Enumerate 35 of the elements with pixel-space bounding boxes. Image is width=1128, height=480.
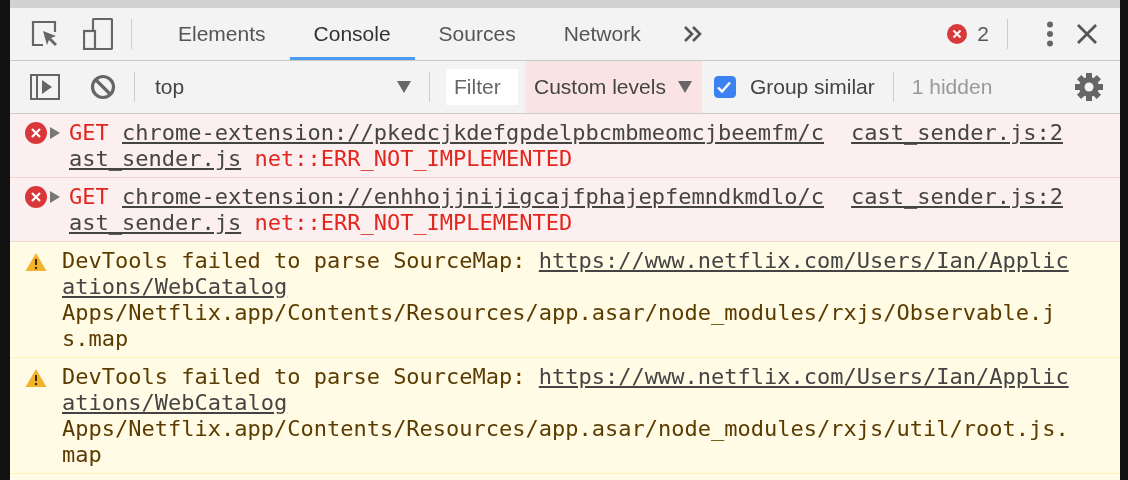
expand-triangle-icon[interactable] [49, 126, 61, 140]
double-chevron-icon[interactable] [682, 25, 703, 43]
sidebar-toggle-icon[interactable] [30, 74, 60, 100]
warning-icon [25, 252, 47, 272]
more-options-icon[interactable] [1046, 21, 1054, 47]
filter-field[interactable]: Filter [446, 69, 518, 105]
console-message: DevTools failed to parse SourceMap: https://www.netflix.com/Users/Ian/Applications/WebCatalog [62, 248, 1069, 299]
source-link[interactable]: cast_sender.js:2 [851, 184, 1063, 210]
device-toolbar-icon[interactable] [83, 18, 113, 50]
inspect-element-icon[interactable] [30, 19, 60, 49]
settings-icon[interactable] [1074, 72, 1104, 102]
close-icon[interactable] [1076, 23, 1098, 45]
clear-console-icon[interactable] [90, 74, 116, 100]
checkbox-label: Group similar [749, 75, 875, 99]
levels-dropdown[interactable]: Custom levels [525, 61, 702, 113]
checkbox[interactable] [713, 76, 736, 98]
file-path: Apps/Netflix.app/Contents/Resources/app.asar/node_modules/rxjs/util/root.js.map [62, 416, 1070, 468]
caret-icon [397, 81, 411, 93]
source-link[interactable]: cast_sender.js:2 [851, 120, 1063, 146]
context-dropdown[interactable]: top [155, 75, 411, 99]
warning-icon [25, 368, 47, 388]
console-message: GET chrome-extension://enhhojjnijigcajfphajepfemndkmdlo/cast_sender.js net::ERR_NOT_IMPLEMENTED [69, 184, 824, 235]
panel-tab[interactable]: Network [539, 8, 665, 60]
console-message: DevTools failed to parse SourceMap: https://www.netflix.com/Users/Ian/Applications/WebCatalog [62, 364, 1069, 415]
error-counter[interactable]: 2 [947, 22, 989, 46]
error-icon [947, 24, 968, 44]
panel-tab[interactable]: Elements [154, 8, 290, 60]
error-icon [25, 122, 47, 144]
console-message: GET chrome-extension://pkedcjkdefgpdelpbcmbmeomcjbeemfm/cast_sender.js net::ERR_NOT_IMPLEMENTED [69, 120, 824, 171]
hidden-count: 1 hidden [911, 75, 993, 99]
error-icon [25, 186, 47, 208]
caret-icon [677, 81, 692, 93]
file-path: Apps/Netflix.app/Contents/Resources/app.asar/node_modules/rxjs/Observable.js.map [62, 300, 1057, 352]
panel-tab[interactable]: Sources [414, 8, 540, 60]
expand-triangle-icon[interactable] [49, 190, 61, 204]
